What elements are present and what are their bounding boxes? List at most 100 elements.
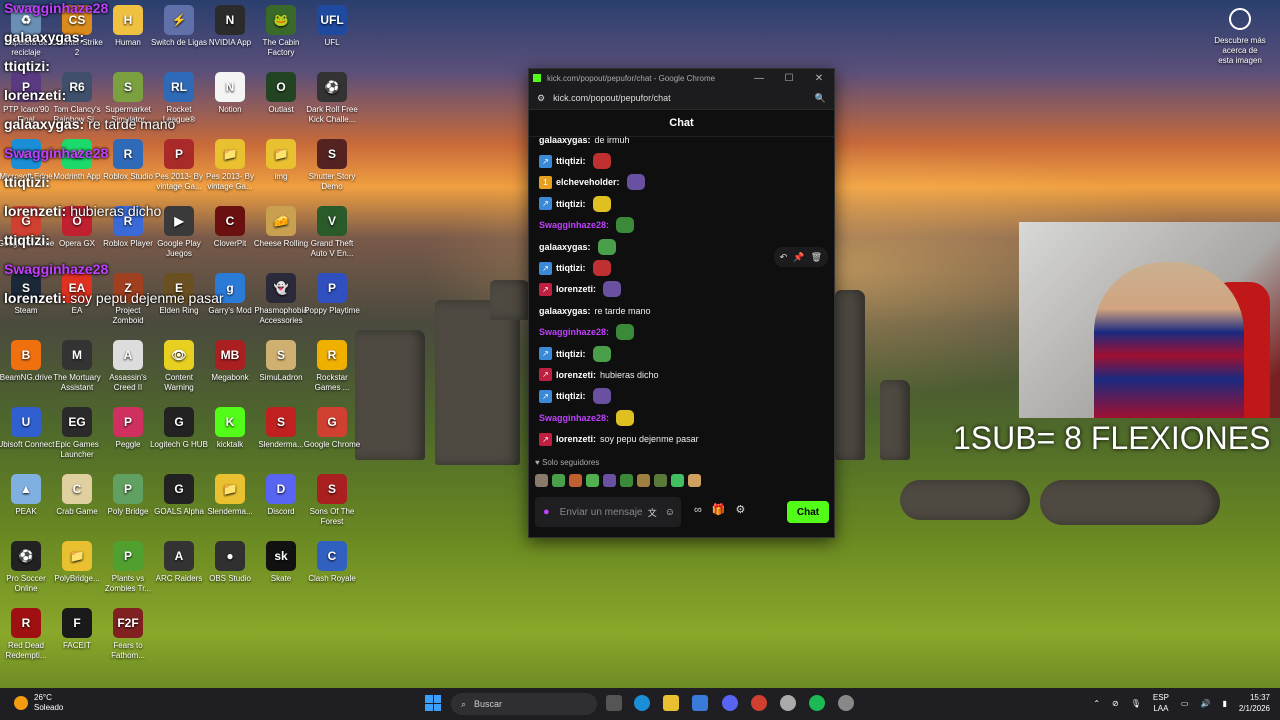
desktop-icon[interactable]: S Shutter Story Demo (303, 139, 361, 192)
emote[interactable] (688, 474, 701, 487)
desktop-icon[interactable]: 🐸 The Cabin Factory (252, 5, 310, 58)
delete-icon[interactable]: 🗑 (811, 252, 822, 263)
mic-icon[interactable]: ● (543, 506, 550, 518)
emote[interactable] (535, 474, 548, 487)
desktop-icon[interactable]: 📁 img (252, 139, 310, 182)
emoji-icon[interactable]: ☺ (665, 507, 675, 518)
desktop-icon[interactable]: 🧀 Cheese Rolling (252, 206, 310, 249)
taskbar-search[interactable]: ⌕ Buscar (451, 693, 597, 715)
chat-username[interactable]: ttiqtizi: (556, 391, 586, 401)
emote[interactable] (671, 474, 684, 487)
battery-icon[interactable]: ▮ (1222, 698, 1226, 709)
desktop-icon[interactable]: A ARC Raiders (150, 541, 208, 584)
chat-username[interactable]: ttiqtizi: (556, 199, 586, 209)
desktop-icon[interactable]: D Discord (252, 474, 310, 517)
minimize-button[interactable]: — (744, 73, 774, 84)
chat-username[interactable]: ttiqtizi: (556, 156, 586, 166)
desktop-icon[interactable]: N Notion (201, 72, 259, 115)
chat-username[interactable]: galaaxygas: (539, 306, 591, 316)
about-image-link[interactable]: Descubre más acerca de esta imagen (1214, 8, 1266, 66)
desktop-icon[interactable]: C Crab Game (48, 474, 106, 517)
desktop-icon[interactable]: C Clash Royale (303, 541, 361, 584)
chat-username[interactable]: Swagginhaze28: (539, 413, 609, 423)
chat-message[interactable]: ↗ ttiqtizi: (529, 343, 834, 364)
desktop-icon[interactable]: B BeamNG.drive (0, 340, 55, 383)
chat-message[interactable]: ↗ lorenzeti: soy pepu dejenme pasar (529, 428, 834, 449)
desktop-icon[interactable]: P Poly Bridge (99, 474, 157, 517)
chat-username[interactable]: Swagginhaze28: (539, 327, 609, 337)
desktop-icon[interactable]: G Logitech G HUB (150, 407, 208, 450)
task-view-icon[interactable] (606, 695, 622, 711)
language-indicator[interactable]: ESP LAA (1153, 692, 1169, 714)
zoom-icon[interactable]: 🔍 (815, 93, 826, 104)
emote[interactable] (654, 474, 667, 487)
desktop-icon[interactable]: R Red Dead Redempti... (0, 608, 55, 661)
desktop-icon[interactable]: U Ubisoft Connect (0, 407, 55, 450)
file-explorer-icon[interactable] (663, 695, 679, 711)
chat-username[interactable]: Swagginhaze28: (539, 220, 609, 230)
desktop-icon[interactable]: P Plants vs Zombies Tr... (99, 541, 157, 594)
store-icon[interactable] (692, 695, 708, 711)
chrome-taskbar-icon[interactable] (751, 695, 767, 711)
desktop-icon[interactable]: 📁 Slenderma... (201, 474, 259, 517)
maximize-button[interactable]: ☐ (774, 73, 804, 84)
chat-message[interactable]: galaaxygas: re tarde mano (529, 300, 834, 321)
emote[interactable] (620, 474, 633, 487)
desktop-icon[interactable]: 📁 PolyBridge... (48, 541, 106, 584)
desktop-icon[interactable]: R Rockstar Games ... (303, 340, 361, 393)
desktop-icon[interactable]: ⚽ Pro Soccer Online (0, 541, 55, 594)
desktop-icon[interactable]: F FACEIT (48, 608, 106, 651)
github-icon[interactable] (780, 695, 796, 711)
desktop-icon[interactable]: V Grand Theft Auto V En... (303, 206, 361, 259)
chat-message[interactable]: Swagginhaze28: (529, 407, 834, 428)
chat-username[interactable]: ttiqtizi: (556, 263, 586, 273)
discord-taskbar-icon[interactable] (722, 695, 738, 711)
desktop-icon[interactable]: N NVIDIA App (201, 5, 259, 48)
chevron-up-icon[interactable]: ⌃ (1093, 698, 1100, 709)
desktop-icon[interactable]: M The Mortuary Assistant (48, 340, 106, 393)
desktop-icon[interactable]: S Sons Of The Forest (303, 474, 361, 527)
desktop-icon[interactable]: P Pes 2013- By vintage Ga... (150, 139, 208, 192)
desktop-icon[interactable]: S Slenderma... (252, 407, 310, 450)
desktop-icon[interactable]: 👁 Content Warning (150, 340, 208, 393)
chat-username[interactable]: galaaxygas: (539, 135, 591, 145)
desktop-icon[interactable]: ● OBS Studio (201, 541, 259, 584)
desktop-icon[interactable]: A Assassin's Creed II (99, 340, 157, 393)
desktop-icon[interactable]: P Peggle (99, 407, 157, 450)
chat-username[interactable]: lorenzeti: (556, 434, 596, 444)
chat-username[interactable]: elcheveholder: (556, 177, 620, 187)
infinity-icon[interactable]: ∞ (694, 504, 702, 516)
desktop-icon[interactable]: sk Skate (252, 541, 310, 584)
chat-username[interactable]: lorenzeti: (556, 284, 596, 294)
settings-taskbar-icon[interactable] (838, 695, 854, 711)
monitor-icon[interactable]: ▭ (1181, 698, 1189, 709)
desktop-icon[interactable]: EG Epic Games Launcher (48, 407, 106, 460)
chat-username[interactable]: ttiqtizi: (556, 349, 586, 359)
edge-icon[interactable] (634, 695, 650, 711)
gift-icon[interactable]: 🎁 (712, 503, 726, 516)
spotify-icon[interactable] (809, 695, 825, 711)
desktop-icon[interactable]: ⚽ Dark Roll Free Kick Challe... (303, 72, 361, 125)
send-chat-button[interactable]: Chat (787, 501, 829, 523)
desktop-icon[interactable]: G Google Chrome (303, 407, 361, 450)
chat-message[interactable]: ↗ lorenzeti: (529, 279, 834, 300)
chat-message[interactable]: Swagginhaze28: (529, 322, 834, 343)
emote[interactable] (603, 474, 616, 487)
desktop-icon[interactable]: 📁 Pes 2013- By vintage Ga... (201, 139, 259, 192)
emote[interactable] (552, 474, 565, 487)
chat-message[interactable]: 1 elcheveholder: (529, 172, 834, 193)
undo-icon[interactable]: ↶ (780, 252, 788, 263)
desktop-icon[interactable]: UFL UFL (303, 5, 361, 48)
translate-icon[interactable]: 文 (648, 506, 657, 519)
chat-message[interactable]: ↗ ttiqtizi: (529, 150, 834, 171)
desktop-icon[interactable]: P Poppy Playtime (303, 273, 361, 316)
chat-message[interactable]: ↗ ttiqtizi: (529, 193, 834, 214)
chat-username[interactable]: lorenzeti: (556, 370, 596, 380)
site-info-icon[interactable]: ⚙ (537, 93, 545, 104)
desktop-icon[interactable]: ▲ PEAK (0, 474, 55, 517)
emote[interactable] (637, 474, 650, 487)
desktop-icon[interactable]: 👻 Phasmophobia Accessories (252, 273, 310, 326)
desktop-icon[interactable]: Kkicktalk (201, 407, 259, 450)
mic-tray-icon[interactable]: 🎙 (1131, 698, 1141, 709)
desktop-icon[interactable]: G GOALS Alpha (150, 474, 208, 517)
